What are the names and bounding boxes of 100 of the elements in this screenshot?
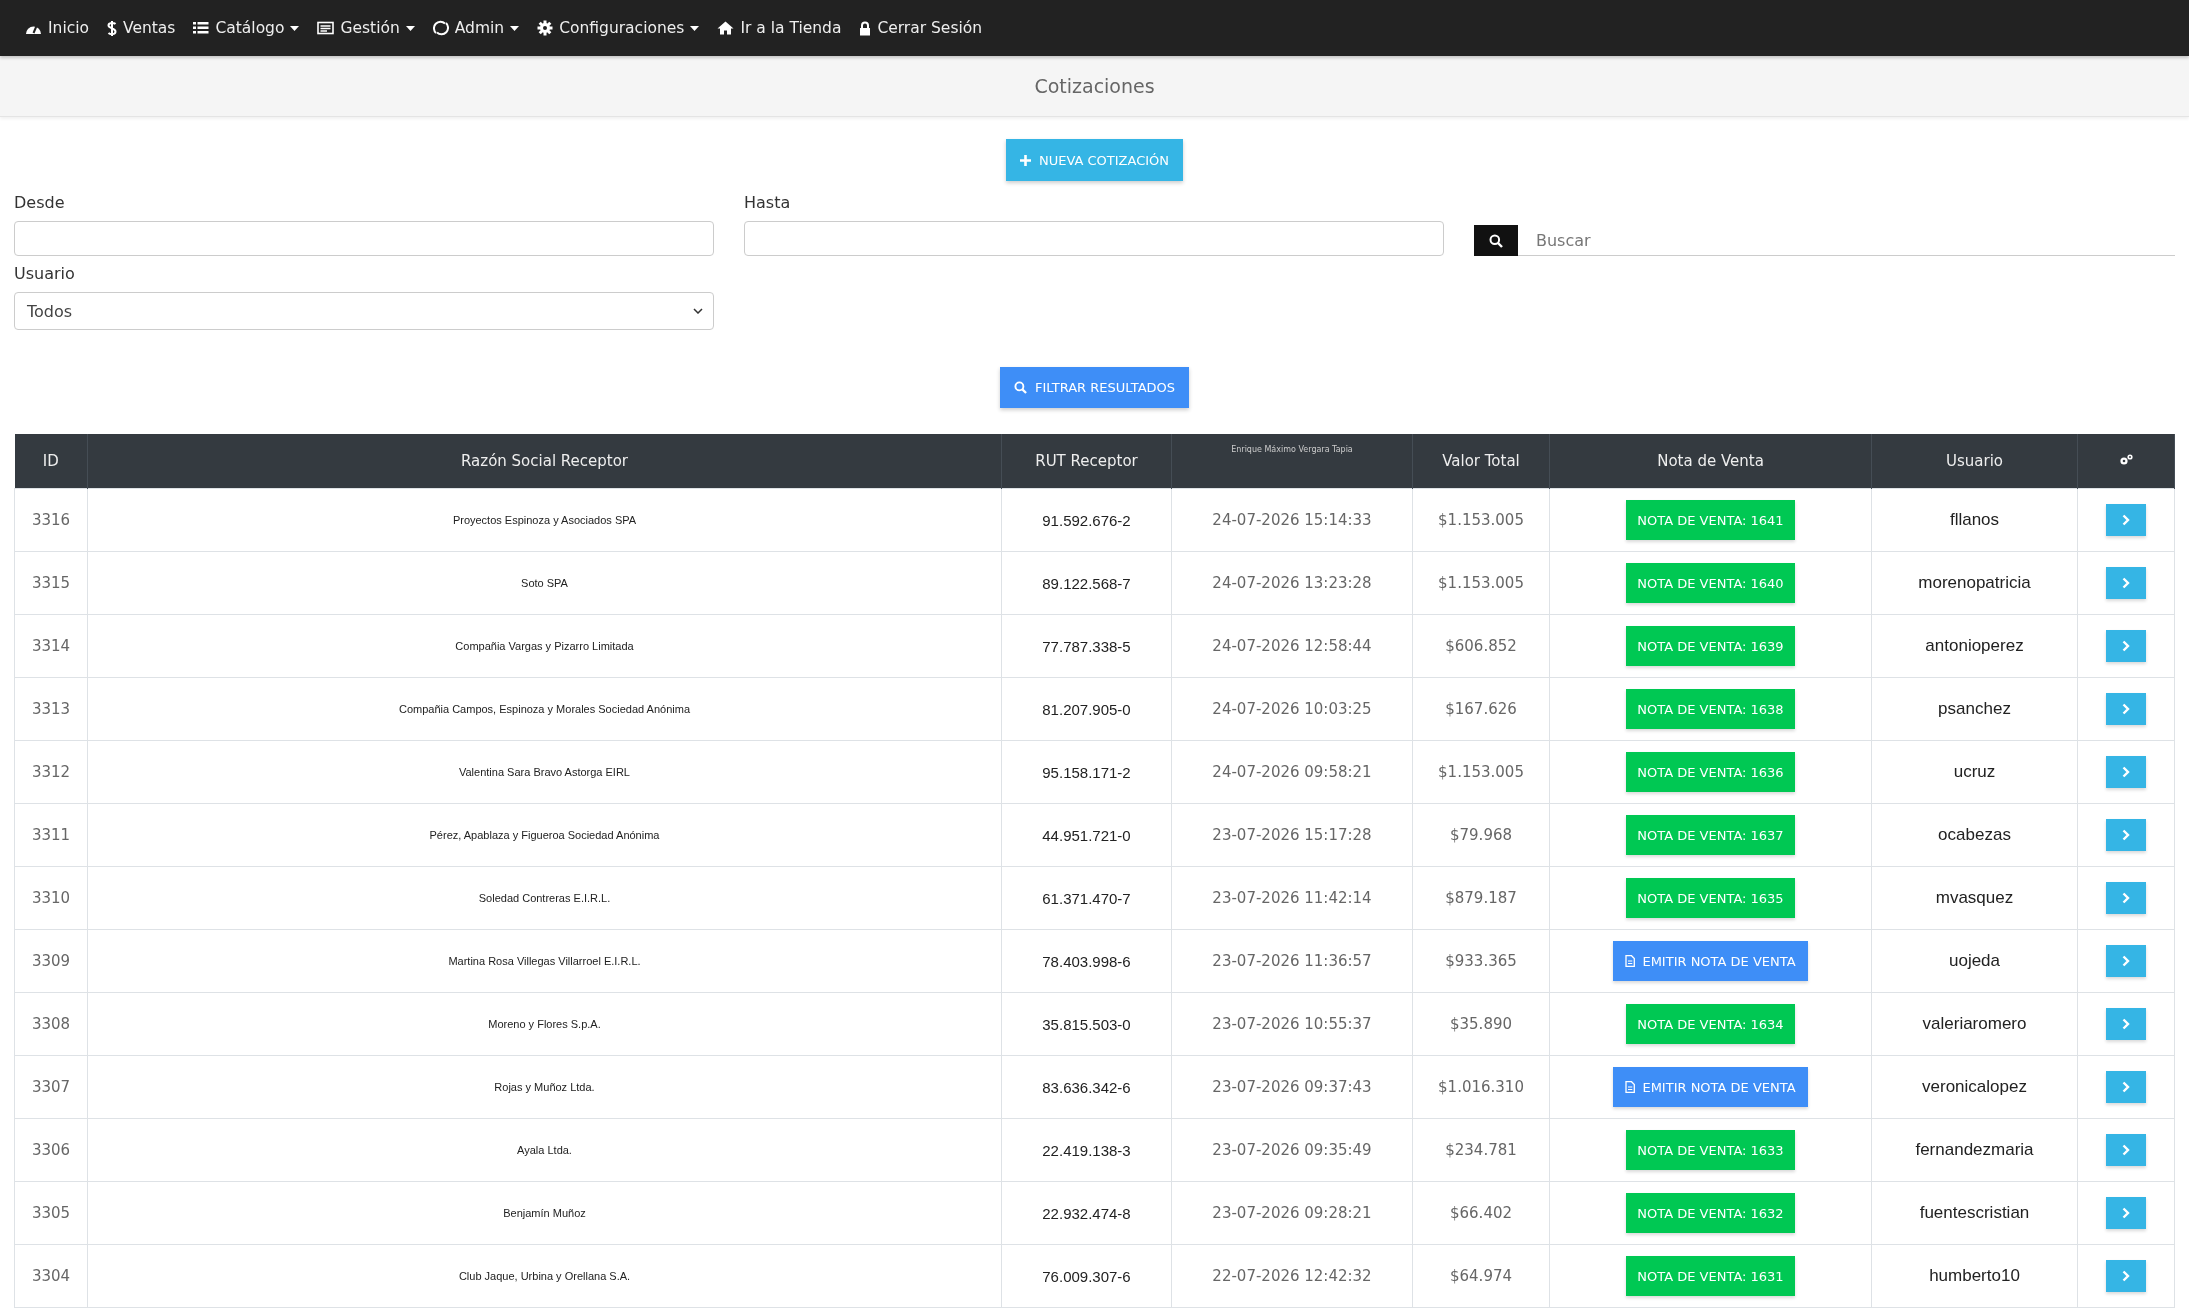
open-button[interactable] bbox=[2106, 1071, 2146, 1103]
nav-link[interactable]: Admin bbox=[432, 19, 520, 37]
open-button[interactable] bbox=[2106, 1134, 2146, 1166]
sales-note-button[interactable]: NOTA DE VENTA: 1636 bbox=[1626, 752, 1795, 792]
column-header: Razón Social Receptor bbox=[87, 434, 1002, 489]
total-cell: $66.402 bbox=[1412, 1181, 1550, 1245]
user-cell: humberto10 bbox=[1871, 1244, 2078, 1308]
sales-note-button[interactable]: NOTA DE VENTA: 1637 bbox=[1626, 815, 1795, 855]
date-cell: 23-07-2026 10:55:37 bbox=[1171, 992, 1413, 1056]
date-cell: 23-07-2026 11:36:57 bbox=[1171, 929, 1413, 993]
search-icon bbox=[1013, 381, 1027, 394]
sales-note-button[interactable]: NOTA DE VENTA: 1635 bbox=[1626, 878, 1795, 918]
rut-cell: 83.636.342-6 bbox=[1001, 1055, 1172, 1119]
company-cell: Proyectos Espinoza y Asociados SPA bbox=[87, 488, 1002, 552]
id-cell: 3312 bbox=[14, 740, 88, 804]
column-header: RUT Receptor bbox=[1001, 434, 1172, 489]
chevron-right-icon bbox=[2122, 1144, 2130, 1156]
total-cell: $1.016.310 bbox=[1412, 1055, 1550, 1119]
open-button[interactable] bbox=[2106, 1197, 2146, 1229]
company-cell: Ayala Ltda. bbox=[87, 1118, 1002, 1182]
user-cell: fllanos bbox=[1871, 488, 2078, 552]
column-header: Usuario bbox=[1871, 434, 2078, 489]
field-label: Hasta bbox=[744, 193, 792, 212]
issue-note-button[interactable]: EMITIR NOTA DE VENTA bbox=[1613, 1067, 1808, 1107]
user-cell: ucruz bbox=[1871, 740, 2078, 804]
date-cell: 24-07-2026 10:03:25 bbox=[1171, 677, 1413, 741]
date-cell: 24-07-2026 09:58:21 bbox=[1171, 740, 1413, 804]
filter-button[interactable]: FILTRAR RESULTADOS bbox=[999, 367, 1190, 408]
column-header: Valor Total bbox=[1412, 434, 1550, 489]
chevron-right-icon bbox=[2122, 1270, 2130, 1282]
chevron-right-icon bbox=[2122, 829, 2130, 841]
chevron-right-icon bbox=[2122, 577, 2130, 589]
user-cell: fuentescristian bbox=[1871, 1181, 2078, 1245]
total-cell: $1.153.005 bbox=[1412, 740, 1550, 804]
sales-note-button[interactable]: NOTA DE VENTA: 1634 bbox=[1626, 1004, 1795, 1044]
id-cell: 3304 bbox=[14, 1244, 88, 1308]
total-cell: $79.968 bbox=[1412, 803, 1550, 867]
company-cell: Martina Rosa Villegas Villarroel E.I.R.L. bbox=[87, 929, 1002, 993]
open-button[interactable] bbox=[2106, 882, 2146, 914]
company-cell: Compañia Vargas y Pizarro Limitada bbox=[87, 614, 1002, 678]
open-button[interactable] bbox=[2106, 693, 2146, 725]
sales-note-button[interactable]: NOTA DE VENTA: 1632 bbox=[1626, 1193, 1795, 1233]
open-button[interactable] bbox=[2106, 504, 2146, 536]
column-header: ID bbox=[14, 434, 88, 489]
open-button[interactable] bbox=[2106, 1260, 2146, 1292]
sales-note-button[interactable]: NOTA DE VENTA: 1633 bbox=[1626, 1130, 1795, 1170]
date-from-field[interactable] bbox=[14, 221, 714, 256]
field-label: Usuario bbox=[14, 264, 76, 283]
date-to-field[interactable] bbox=[744, 221, 1444, 256]
date-cell: 22-07-2026 12:42:32 bbox=[1171, 1244, 1413, 1308]
sales-note-button[interactable]: NOTA DE VENTA: 1639 bbox=[1626, 626, 1795, 666]
user-cell: fernandezmaria bbox=[1871, 1118, 2078, 1182]
id-cell: 3313 bbox=[14, 677, 88, 741]
total-cell: $64.974 bbox=[1412, 1244, 1550, 1308]
open-button[interactable] bbox=[2106, 630, 2146, 662]
open-button[interactable] bbox=[2106, 567, 2146, 599]
column-header: Nota de Venta bbox=[1549, 434, 1872, 489]
document-icon bbox=[1625, 955, 1636, 967]
user-cell: veronicalopez bbox=[1871, 1055, 2078, 1119]
rut-cell: 61.371.470-7 bbox=[1001, 866, 1172, 930]
date-cell: 24-07-2026 13:23:28 bbox=[1171, 551, 1413, 615]
dollar-icon bbox=[107, 19, 117, 37]
user-cell: uojeda bbox=[1871, 929, 2078, 993]
company-cell: Valentina Sara Bravo Astorga EIRL bbox=[87, 740, 1002, 804]
company-cell: Club Jaque, Urbina y Orellana S.A. bbox=[87, 1244, 1002, 1308]
nav-link[interactable]: Catálogo bbox=[193, 19, 300, 37]
company-cell: Compañia Campos, Espinoza y Morales Sociedad Anónima bbox=[87, 677, 1002, 741]
rut-cell: 95.158.171-2 bbox=[1001, 740, 1172, 804]
date-cell: 23-07-2026 09:28:21 bbox=[1171, 1181, 1413, 1245]
id-cell: 3315 bbox=[14, 551, 88, 615]
search-button[interactable] bbox=[1474, 225, 1518, 256]
chevron-icon bbox=[693, 308, 703, 314]
open-button[interactable] bbox=[2106, 1008, 2146, 1040]
sales-note-button[interactable]: NOTA DE VENTA: 1631 bbox=[1626, 1256, 1795, 1296]
nav-link[interactable]: Gestión bbox=[317, 19, 415, 37]
issue-note-button[interactable]: EMITIR NOTA DE VENTA bbox=[1613, 941, 1808, 981]
date-cell: 23-07-2026 09:37:43 bbox=[1171, 1055, 1413, 1119]
company-cell: Moreno y Flores S.p.A. bbox=[87, 992, 1002, 1056]
sync-icon bbox=[432, 20, 449, 36]
rut-cell: 35.815.503-0 bbox=[1001, 992, 1172, 1056]
nav-link[interactable]: Inicio bbox=[25, 19, 89, 37]
sales-note-button[interactable]: NOTA DE VENTA: 1641 bbox=[1626, 500, 1795, 540]
user-cell: psanchez bbox=[1871, 677, 2078, 741]
sales-note-button[interactable]: NOTA DE VENTA: 1640 bbox=[1626, 563, 1795, 603]
user-select[interactable]: Todos bbox=[14, 292, 714, 330]
nav-link[interactable]: Ventas bbox=[107, 19, 176, 37]
list-icon bbox=[193, 21, 210, 35]
id-cell: 3306 bbox=[14, 1118, 88, 1182]
open-button[interactable] bbox=[2106, 819, 2146, 851]
new-quote-button[interactable]: NUEVA COTIZACIÓN bbox=[1005, 139, 1184, 181]
rut-cell: 44.951.721-0 bbox=[1001, 803, 1172, 867]
nav-link[interactable]: Configuraciones bbox=[537, 19, 700, 37]
user-cell: antonioperez bbox=[1871, 614, 2078, 678]
sales-note-button[interactable]: NOTA DE VENTA: 1638 bbox=[1626, 689, 1795, 729]
rut-cell: 78.403.998-6 bbox=[1001, 929, 1172, 993]
nav-link[interactable]: Cerrar Sesión bbox=[859, 19, 983, 37]
nav-link[interactable]: Ir a la Tienda bbox=[717, 19, 842, 37]
open-button[interactable] bbox=[2106, 756, 2146, 788]
open-button[interactable] bbox=[2106, 945, 2146, 977]
company-cell: Soledad Contreras E.I.R.L. bbox=[87, 866, 1002, 930]
